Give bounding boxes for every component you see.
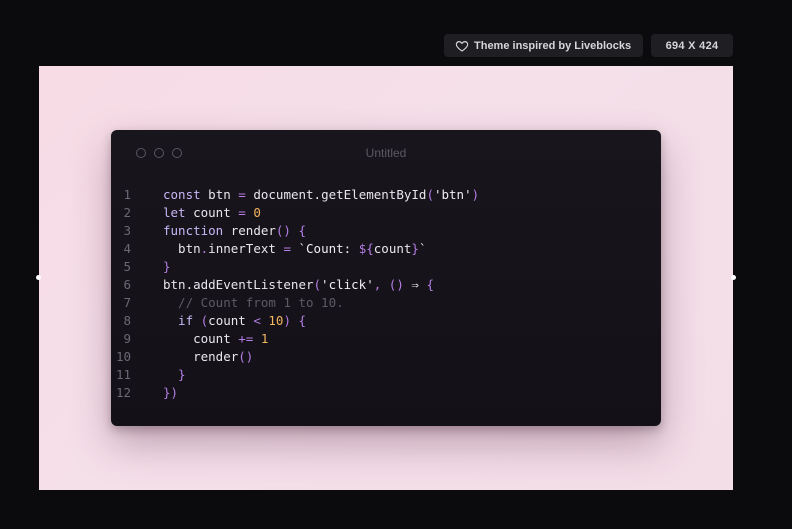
code-token: count [208, 313, 254, 328]
theme-badge-label: Theme inspired by Liveblocks [474, 39, 632, 52]
code-line: 9 count += 1 [111, 330, 479, 348]
resize-handle-right[interactable] [731, 275, 736, 280]
line-number: 6 [123, 277, 131, 292]
line-number: 11 [115, 367, 131, 382]
code-token: ) [283, 313, 291, 328]
code-line: 6 btn.addEventListener('click', () ⇒ { [111, 276, 479, 294]
code-line: 8 if (count < 10) { [111, 312, 479, 330]
line-number: 7 [123, 295, 131, 310]
line-number: 10 [115, 349, 131, 364]
line-number: 5 [123, 259, 131, 274]
code-text: const btn = document.getElementById('btn… [147, 186, 479, 204]
size-badge-label: 694 X 424 [665, 39, 719, 52]
line-number: 8 [123, 313, 131, 328]
heart-icon [455, 39, 469, 53]
code-token: ) [471, 187, 480, 202]
code-token: }) [163, 385, 179, 400]
code-token: 1 [260, 331, 269, 346]
code-token: = [238, 205, 246, 220]
code-text: } [147, 366, 186, 384]
code-token: if [163, 313, 194, 328]
code-token: innerText [208, 241, 284, 256]
line-number: 1 [123, 187, 131, 202]
resize-handle-left[interactable] [36, 275, 41, 280]
code-line: 12}) [111, 384, 479, 402]
code-token: < [253, 313, 261, 328]
code-text: let count = 0 [147, 204, 261, 222]
code-line: 3 function render() { [111, 222, 479, 240]
code-token: count [185, 205, 239, 220]
code-token: = [238, 187, 246, 202]
code-text: }) [147, 384, 178, 402]
code-token: count [163, 331, 239, 346]
code-token: 'click' [321, 277, 374, 292]
code-line: 10 render() [111, 348, 479, 366]
code-token: 'btn' [433, 187, 472, 202]
code-text: if (count < 10) { [147, 312, 306, 330]
code-token: { [426, 277, 434, 292]
code-token: } [163, 259, 171, 274]
code-token: } [411, 241, 419, 256]
code-line: 5} [111, 258, 479, 276]
code-token: btn [163, 241, 201, 256]
code-token: ⇒ [403, 277, 427, 292]
code-token: = [283, 241, 291, 256]
code-token: } [163, 367, 186, 382]
code-text: // Count from 1 to 10. [147, 294, 344, 312]
code-token: btn.addEventListener [163, 277, 314, 292]
code-text: } [147, 258, 171, 276]
code-token: btn [200, 187, 239, 202]
code-window: Untitled 1 const btn = document.getElemen… [111, 130, 661, 426]
code-token: const [163, 187, 201, 202]
code-line: 11 } [111, 366, 479, 384]
code-text: count += 1 [147, 330, 268, 348]
code-text: btn.innerText = `Count: ${count}` [147, 240, 426, 258]
code-token: () [238, 349, 254, 364]
code-text: function render() { [147, 222, 306, 240]
line-number: 2 [123, 205, 131, 220]
size-badge: 694 X 424 [651, 34, 733, 57]
code-token: // Count from 1 to 10. [163, 295, 344, 310]
code-token: render [163, 349, 239, 364]
code-token: { [298, 313, 307, 328]
code-token: () [275, 223, 291, 238]
code-token: let [163, 205, 186, 220]
code-token: { [298, 223, 307, 238]
code-line: 7 // Count from 1 to 10. [111, 294, 479, 312]
code-text: btn.addEventListener('click', () ⇒ { [147, 276, 434, 294]
code-token: ` [418, 241, 427, 256]
code-line: 4 btn.innerText = `Count: ${count}` [111, 240, 479, 258]
line-number: 3 [123, 223, 131, 238]
code-token: ( [313, 277, 322, 292]
code-token: count [373, 241, 412, 256]
code-line: 1 const btn = document.getElementById('bt… [111, 186, 479, 204]
code-token: 0 [253, 205, 261, 220]
code-token: `Count: [298, 241, 359, 256]
code-token: render [223, 223, 276, 238]
code-token: += [238, 331, 254, 346]
theme-badge[interactable]: Theme inspired by Liveblocks [444, 34, 643, 57]
code-text: render() [147, 348, 253, 366]
code-token: 10 [268, 313, 284, 328]
code-editor[interactable]: 1 const btn = document.getElementById('bt… [111, 186, 479, 402]
code-line: 2 let count = 0 [111, 204, 479, 222]
line-number: 4 [123, 241, 131, 256]
screenshot-root: Theme inspired by Liveblocks 694 X 424 U… [0, 0, 792, 529]
code-token: document.getElementById [245, 187, 427, 202]
line-number: 12 [115, 385, 131, 400]
code-token: function [163, 223, 224, 238]
line-number: 9 [123, 331, 131, 346]
code-token: ( [426, 187, 434, 202]
window-title[interactable]: Untitled [111, 146, 661, 160]
code-token: () [388, 277, 404, 292]
code-token: ${ [358, 241, 374, 256]
